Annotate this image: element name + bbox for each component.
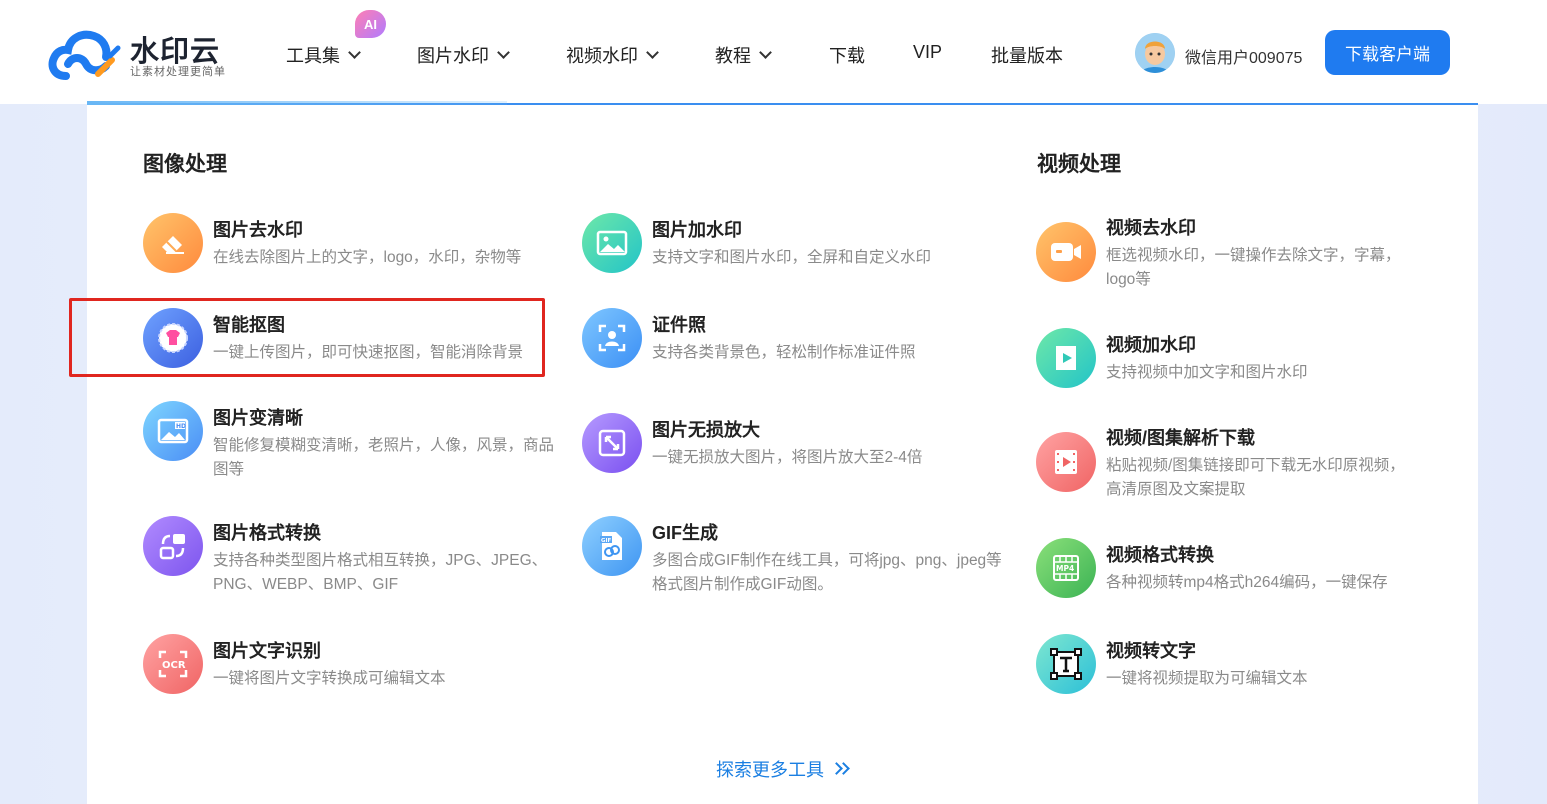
image-section-title: 图像处理 xyxy=(143,153,227,176)
tool-gif-maker[interactable]: GIF GIF生成 多图合成GIF制作在线工具，可将jpg、png、jpeg等格… xyxy=(582,516,1002,593)
image-icon xyxy=(582,213,642,273)
tool-image-sharpen[interactable]: HD 图片变清晰 智能修复模糊变清晰，老照片，人像，风景，商品图等 xyxy=(143,401,563,478)
film-icon xyxy=(1036,432,1096,492)
tool-description: 支持视频中加文字和图片水印 xyxy=(1106,364,1308,381)
nav-download[interactable]: 下载 xyxy=(829,42,865,68)
tool-description: 支持各类背景色，轻松制作标准证件照 xyxy=(652,344,916,361)
top-header: 水印云 让素材处理更简单 工具集 AI 图片水印 视频水印 教程 下载 VIP … xyxy=(0,0,1547,104)
tool-description: 支持各种类型图片格式相互转换，JPG、JPEG、PNG、WEBP、BMP、GIF xyxy=(213,552,548,593)
enlarge-icon xyxy=(582,413,642,473)
nav-batch[interactable]: 批量版本 xyxy=(991,42,1063,68)
tool-title: 图片加水印 xyxy=(652,220,742,240)
convert-icon xyxy=(143,516,203,576)
hd-image-icon: HD xyxy=(143,401,203,461)
tool-description: 多图合成GIF制作在线工具，可将jpg、png、jpeg等格式图片制作成GIF动… xyxy=(652,552,1002,593)
svg-text:OCR: OCR xyxy=(162,660,186,671)
tool-description: 一键无损放大图片，将图片放大至2-4倍 xyxy=(652,449,923,466)
nav-tutorial[interactable]: 教程 xyxy=(715,42,772,68)
tool-description: 各种视频转mp4格式h264编码，一键保存 xyxy=(1106,574,1388,591)
eraser-icon xyxy=(143,213,203,273)
tool-description: 一键将图片文字转换成可编辑文本 xyxy=(213,670,446,687)
avatar-icon xyxy=(1135,33,1175,73)
ocr-icon: OCR xyxy=(143,634,203,694)
tool-description: 在线去除图片上的文字，logo，水印，杂物等 xyxy=(213,249,522,266)
brand-logo[interactable]: 水印云 让素材处理更简单 xyxy=(48,26,238,82)
nav-vip[interactable]: VIP xyxy=(913,42,942,63)
explore-more-link[interactable]: 探索更多工具 xyxy=(716,756,850,782)
tool-title: GIF生成 xyxy=(652,523,718,543)
tool-ocr[interactable]: OCR 图片文字识别 一键将图片文字转换成可编辑文本 xyxy=(143,634,563,704)
nav-tutorial-label: 教程 xyxy=(715,46,751,66)
tool-description: 智能修复模糊变清晰，老照片，人像，风景，商品图等 xyxy=(213,437,555,478)
nav-video-watermark-label: 视频水印 xyxy=(566,46,638,66)
nav-image-watermark[interactable]: 图片水印 xyxy=(417,42,510,68)
tool-title: 视频加水印 xyxy=(1106,335,1196,355)
tool-add-image-watermark[interactable]: 图片加水印 支持文字和图片水印，全屏和自定义水印 xyxy=(582,213,1002,283)
tool-description: 粘贴视频/图集链接即可下载无水印原视频，高清原图及文案提取 xyxy=(1106,457,1405,498)
tool-video-format-convert[interactable]: MP4 视频格式转换 各种视频转mp4格式h264编码，一键保存 xyxy=(1036,538,1456,608)
tool-title: 图片变清晰 xyxy=(213,408,303,428)
ai-badge: AI xyxy=(355,10,386,38)
user-name[interactable]: 微信用户009075 xyxy=(1185,44,1302,68)
mp4-icon: MP4 xyxy=(1036,538,1096,598)
double-chevron-right-icon xyxy=(830,762,850,776)
chevron-down-icon xyxy=(348,46,361,59)
tool-lossless-enlarge[interactable]: 图片无损放大 一键无损放大图片，将图片放大至2-4倍 xyxy=(582,413,1002,483)
tool-video-parse-download[interactable]: 视频/图集解析下载 粘贴视频/图集链接即可下载无水印原视频，高清原图及文案提取 xyxy=(1036,421,1456,498)
svg-text:GIF: GIF xyxy=(601,538,612,544)
chevron-down-icon xyxy=(759,46,772,59)
cloud-logo-icon xyxy=(48,30,121,80)
id-photo-icon xyxy=(582,308,642,368)
tool-title: 证件照 xyxy=(652,315,706,335)
text-frame-icon xyxy=(1036,634,1096,694)
tool-remove-image-watermark[interactable]: 图片去水印 在线去除图片上的文字，logo，水印，杂物等 xyxy=(143,213,563,283)
tool-title: 图片无损放大 xyxy=(652,420,760,440)
tool-title: 图片文字识别 xyxy=(213,641,321,661)
tool-video-to-text[interactable]: 视频转文字 一键将视频提取为可编辑文本 xyxy=(1036,634,1456,704)
panel-top-accent xyxy=(87,101,507,105)
tool-title: 视频转文字 xyxy=(1106,641,1196,661)
chevron-down-icon xyxy=(646,46,659,59)
svg-text:HD: HD xyxy=(176,423,186,430)
tool-description: 一键将视频提取为可编辑文本 xyxy=(1106,670,1308,687)
tool-title: 图片格式转换 xyxy=(213,523,321,543)
tool-remove-video-watermark[interactable]: 视频去水印 框选视频水印，一键操作去除文字，字幕，logo等 xyxy=(1036,211,1456,288)
tool-id-photo[interactable]: 证件照 支持各类背景色，轻松制作标准证件照 xyxy=(582,308,1002,378)
video-play-icon xyxy=(1036,328,1096,388)
tool-add-video-watermark[interactable]: 视频加水印 支持视频中加文字和图片水印 xyxy=(1036,328,1456,398)
nav-video-watermark[interactable]: 视频水印 xyxy=(566,42,659,68)
tool-description: 框选视频水印，一键操作去除文字，字幕，logo等 xyxy=(1106,247,1401,288)
chevron-down-icon xyxy=(497,46,510,59)
nav-tools[interactable]: 工具集 xyxy=(286,42,361,68)
highlight-box xyxy=(69,298,545,377)
gif-file-icon: GIF xyxy=(582,516,642,576)
download-client-button[interactable]: 下载客户端 xyxy=(1325,30,1450,75)
video-camera-icon xyxy=(1036,222,1096,282)
nav-tools-label: 工具集 xyxy=(286,46,340,66)
brand-slogan: 让素材处理更简单 xyxy=(130,66,226,78)
tool-image-format-convert[interactable]: 图片格式转换 支持各种类型图片格式相互转换，JPG、JPEG、PNG、WEBP、… xyxy=(143,516,563,593)
tool-description: 支持文字和图片水印，全屏和自定义水印 xyxy=(652,249,932,266)
nav-image-watermark-label: 图片水印 xyxy=(417,46,489,66)
avatar[interactable] xyxy=(1135,33,1175,73)
tool-title: 视频去水印 xyxy=(1106,218,1196,238)
tool-title: 视频格式转换 xyxy=(1106,545,1214,565)
explore-more-label: 探索更多工具 xyxy=(716,760,824,780)
svg-text:MP4: MP4 xyxy=(1056,564,1074,573)
video-section-title: 视频处理 xyxy=(1037,153,1121,176)
tool-title: 图片去水印 xyxy=(213,220,303,240)
tool-title: 视频/图集解析下载 xyxy=(1106,428,1256,448)
